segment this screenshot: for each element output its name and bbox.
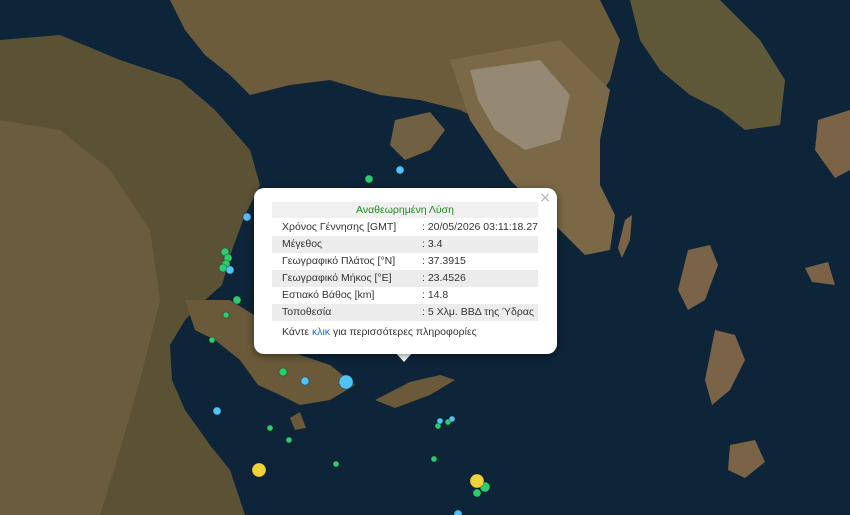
earthquake-event-marker[interactable] [448,415,456,423]
earthquake-event-marker[interactable] [453,509,463,515]
latitude-value: : 37.3915 [422,255,466,267]
longitude-label: Γεωγραφικό Μήκος [°E] [282,272,392,284]
earthquake-event-marker[interactable] [300,376,310,386]
earthquake-event-marker[interactable] [232,295,242,305]
earthquake-event-marker[interactable] [469,473,485,489]
location-label: Τοποθεσία [282,306,332,318]
earthquake-event-marker[interactable] [430,455,438,463]
earthquake-event-marker[interactable] [332,460,340,468]
latitude-row: Γεωγραφικό Πλάτος [°N] : 37.3915 [272,253,538,270]
earthquake-event-marker[interactable] [395,165,405,175]
earthquake-event-marker[interactable] [364,174,374,184]
earthquake-event-marker[interactable] [212,406,222,416]
more-info-prefix: Κάντε [282,326,312,338]
latitude-label: Γεωγραφικό Πλάτος [°N] [282,255,396,267]
earthquake-event-marker[interactable] [472,488,482,498]
earthquake-event-marker[interactable] [285,436,293,444]
more-info-text: Κάντε κλικ για περισσότερες πληροφορίες [282,325,477,339]
earthquake-event-marker[interactable] [222,311,230,319]
depth-row: Εστιακό Βάθος [km] : 14.8 [272,287,538,304]
more-info-suffix: για περισσότερες πληροφορίες [330,326,477,338]
location-row: Τοποθεσία : 5 Χλμ. ΒΒΔ της Ύδρας [272,304,538,321]
earthquake-info-popup: × Αναθεωρημένη Λύση Χρόνος Γέννησης [GMT… [254,188,557,354]
origin-time-value: : 20/05/2026 03:11:18.27 [422,221,538,233]
close-icon[interactable]: × [539,190,551,206]
depth-value: : 14.8 [422,289,449,301]
earthquake-event-marker[interactable] [266,424,274,432]
origin-time-label: Χρόνος Γέννησης [GMT] [282,221,397,233]
longitude-value: : 23.4526 [422,272,466,284]
magnitude-row: Μέγεθος : 3.4 [272,236,538,253]
location-value: : 5 Χλμ. ΒΒΔ της Ύδρας [422,306,534,318]
earthquake-event-marker[interactable] [338,374,354,390]
longitude-row: Γεωγραφικό Μήκος [°E] : 23.4526 [272,270,538,287]
earthquake-event-marker[interactable] [251,462,267,478]
origin-time-row: Χρόνος Γέννησης [GMT] : 20/05/2026 03:11… [272,219,538,236]
earthquake-event-marker[interactable] [225,265,235,275]
more-info-link[interactable]: κλικ [312,326,330,338]
earthquake-event-marker[interactable] [242,212,252,222]
magnitude-value: : 3.4 [422,238,443,250]
earthquake-event-marker[interactable] [208,336,216,344]
depth-label: Εστιακό Βάθος [km] [282,289,375,301]
earthquake-event-marker[interactable] [436,417,444,425]
earthquake-event-marker[interactable] [278,367,288,377]
magnitude-label: Μέγεθος [282,238,323,250]
popup-title: Αναθεωρημένη Λύση [272,202,538,218]
